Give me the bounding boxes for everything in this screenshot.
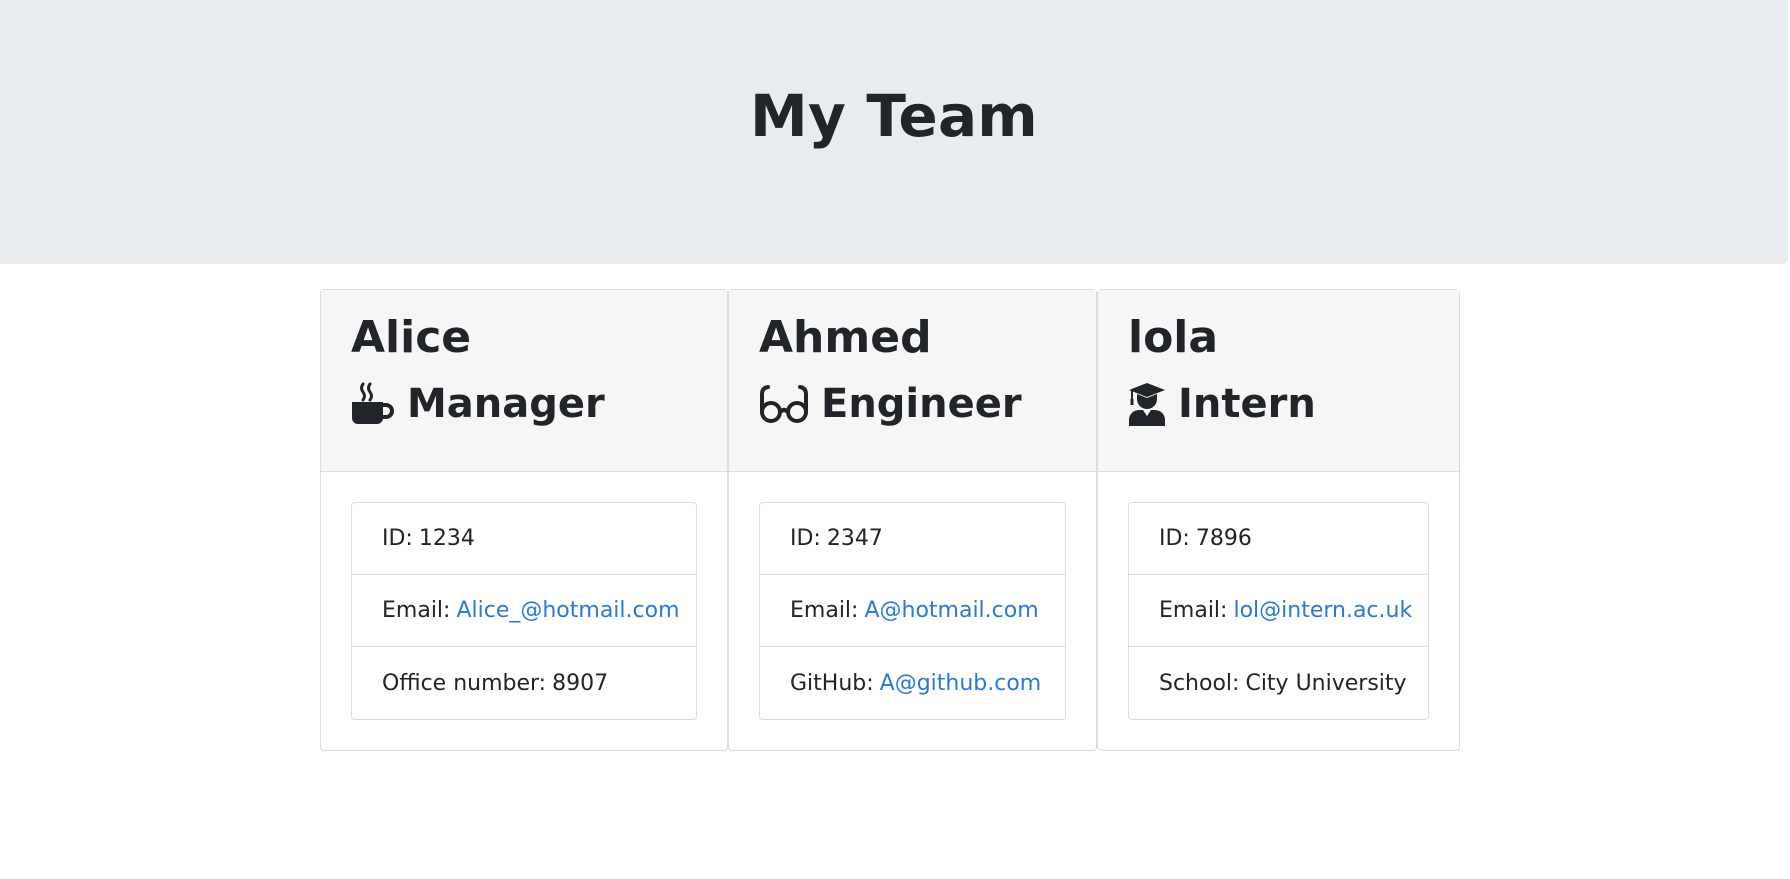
employee-role-label: Manager — [407, 381, 605, 427]
employee-details: ID: 7896 Email: lol@intern.ac.uk School:… — [1128, 502, 1429, 720]
office-number-value: 8907 — [552, 670, 609, 696]
office-number-label: Office number: — [382, 670, 547, 696]
employee-role: Manager — [351, 380, 697, 428]
github-label: GitHub: — [790, 670, 874, 696]
email-link[interactable]: lol@intern.ac.uk — [1233, 598, 1412, 623]
id-value: 1234 — [418, 526, 475, 551]
employee-card-manager: Alice Manager ID: 1234 Email: Alice_@hot… — [320, 289, 728, 751]
school-value: City University — [1245, 670, 1407, 696]
email-link[interactable]: Alice_@hotmail.com — [456, 598, 679, 623]
list-item-office-number: Office number: 8907 — [352, 647, 696, 719]
team-container: Alice Manager ID: 1234 Email: Alice_@hot… — [320, 289, 1460, 751]
id-label: ID: — [1159, 526, 1190, 551]
employee-role: Engineer — [759, 380, 1066, 428]
school-label: School: — [1159, 670, 1240, 696]
list-item-id: ID: 2347 — [760, 503, 1065, 575]
employee-name: Ahmed — [759, 312, 932, 363]
card-header: Ahmed Engineer — [729, 290, 1096, 472]
email-link[interactable]: A@hotmail.com — [864, 598, 1038, 623]
list-item-email: Email: A@hotmail.com — [760, 575, 1065, 647]
employee-card-intern: lola Intern ID: 7896 Email: lol@intern.a… — [1097, 289, 1460, 751]
list-item-github: GitHub: A@github.com — [760, 647, 1065, 719]
list-item-id: ID: 7896 — [1129, 503, 1428, 575]
employee-details: ID: 2347 Email: A@hotmail.com GitHub: A@… — [759, 502, 1066, 720]
employee-role: Intern — [1128, 380, 1429, 428]
employee-name: lola — [1128, 312, 1219, 363]
list-item-email: Email: lol@intern.ac.uk — [1129, 575, 1428, 647]
employee-details: ID: 1234 Email: Alice_@hotmail.com Offic… — [351, 502, 697, 720]
employee-card-engineer: Ahmed Engineer ID: 2347 Email: A@hotmail… — [728, 289, 1097, 751]
card-body: ID: 1234 Email: Alice_@hotmail.com Offic… — [321, 472, 727, 750]
glasses-icon — [759, 384, 809, 424]
card-body: ID: 2347 Email: A@hotmail.com GitHub: A@… — [729, 472, 1096, 750]
card-body: ID: 7896 Email: lol@intern.ac.uk School:… — [1098, 472, 1459, 750]
id-label: ID: — [790, 526, 821, 551]
id-value: 2347 — [826, 526, 883, 551]
card-header: lola Intern — [1098, 290, 1459, 472]
id-label: ID: — [382, 526, 413, 551]
list-item-email: Email: Alice_@hotmail.com — [352, 575, 696, 647]
card-header: Alice Manager — [321, 290, 727, 472]
user-graduate-icon — [1128, 382, 1166, 426]
github-link[interactable]: A@github.com — [880, 671, 1042, 696]
mug-hot-icon — [351, 382, 395, 426]
id-value: 7896 — [1195, 526, 1252, 551]
employee-role-label: Intern — [1178, 381, 1316, 427]
list-item-school: School: City University — [1129, 647, 1428, 719]
email-label: Email: — [382, 598, 451, 623]
employee-name: Alice — [351, 312, 472, 363]
email-label: Email: — [790, 598, 859, 623]
list-item-id: ID: 1234 — [352, 503, 696, 575]
page-title: My Team — [750, 82, 1038, 150]
email-label: Email: — [1159, 598, 1228, 623]
employee-role-label: Engineer — [821, 381, 1022, 427]
page-header: My Team — [0, 0, 1788, 264]
